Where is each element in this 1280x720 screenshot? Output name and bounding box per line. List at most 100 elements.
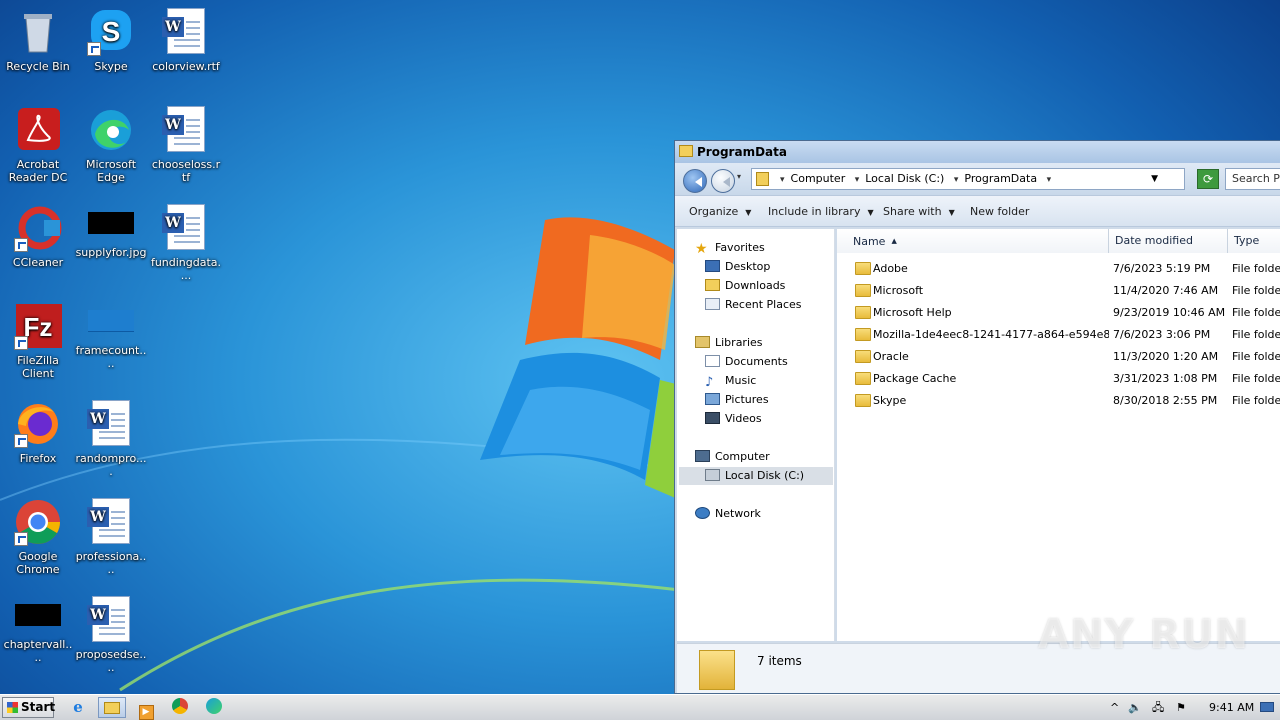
taskbar-media-player[interactable]: ▶ [132, 697, 160, 720]
share-with-button[interactable]: Share with ▼ [883, 205, 955, 218]
desktop-icon-supplyfor[interactable]: supplyfor.jpg [73, 198, 149, 259]
desktop-icon-randompro[interactable]: W randompro.... [73, 394, 149, 478]
desktop-icon-skype[interactable]: S Skype [73, 2, 149, 73]
file-row[interactable]: Adobe7/6/2023 5:19 PMFile folder [837, 258, 1280, 280]
new-folder-button[interactable]: New folder [970, 205, 1029, 218]
column-header-name[interactable]: Name ▲ [837, 229, 1109, 253]
refresh-button[interactable]: ⟳ [1197, 169, 1219, 189]
desktop-icon-recycle-bin[interactable]: Recycle Bin [0, 2, 76, 73]
window-title-bar[interactable]: ProgramData [675, 141, 1280, 163]
watermark: ANY RUN [1038, 612, 1250, 658]
image-file-icon [15, 604, 61, 626]
desktop-icon-professiona[interactable]: W professiona.... [73, 492, 149, 576]
libraries-icon [695, 336, 710, 348]
videos-icon [705, 412, 720, 424]
folder-icon [104, 702, 120, 714]
nav-desktop[interactable]: Desktop [705, 258, 770, 276]
nav-documents[interactable]: Documents [705, 353, 788, 371]
nav-music[interactable]: ♪ Music [705, 372, 756, 390]
nav-videos[interactable]: Videos [705, 410, 762, 428]
include-in-library-button[interactable]: Include in library ▼ [768, 205, 874, 218]
downloads-icon [705, 279, 720, 291]
recent-pages-dropdown-icon[interactable]: ▾ [737, 172, 741, 181]
taskbar-explorer[interactable] [98, 697, 126, 718]
edge-icon [206, 698, 222, 714]
network-icon[interactable]: 🖧 [1152, 695, 1164, 720]
taskbar-internet-explorer[interactable]: e [64, 697, 92, 718]
word-document-icon: W [162, 106, 210, 154]
recycle-bin-icon [14, 8, 62, 56]
action-center-flag-icon[interactable]: ⚑ [1176, 695, 1186, 720]
nav-network[interactable]: Network [695, 505, 761, 523]
nav-pictures[interactable]: Pictures [705, 391, 769, 409]
show-hidden-icons[interactable]: ^ [1110, 695, 1119, 720]
filezilla-icon: Fz [14, 302, 62, 350]
address-history-dropdown-icon[interactable]: ▼ [1151, 169, 1158, 189]
file-row[interactable]: Mozilla-1de4eec8-1241-4177-a864-e594e8d.… [837, 324, 1280, 346]
acrobat-icon [14, 106, 62, 154]
breadcrumb-local-disk[interactable]: Local Disk (C:) [855, 172, 945, 185]
taskbar-chrome[interactable] [166, 697, 194, 718]
image-file-icon [88, 310, 134, 332]
monitor-icon [1260, 702, 1274, 712]
star-icon: ★ [695, 241, 708, 257]
nav-computer[interactable]: Computer [695, 448, 770, 466]
skype-icon: S [87, 8, 135, 56]
desktop-icon-colorview[interactable]: W colorview.rtf [148, 2, 224, 73]
ccleaner-icon [14, 204, 62, 252]
desktop-icon-fundingdata[interactable]: W fundingdata.... [148, 198, 224, 282]
folder-icon [855, 394, 871, 407]
desktop-icon-framecount[interactable]: framecount.... [73, 296, 149, 370]
file-row[interactable]: Oracle11/3/2020 1:20 AMFile folder [837, 346, 1280, 368]
window-title: ProgramData [697, 145, 787, 159]
back-button[interactable] [683, 169, 707, 193]
start-button[interactable]: Start [2, 697, 55, 718]
address-box[interactable]: Computer Local Disk (C:) ProgramData ▼ [751, 168, 1185, 190]
file-row[interactable]: Microsoft11/4/2020 7:46 AMFile folder [837, 280, 1280, 302]
desktop-icon-chrome[interactable]: Google Chrome [0, 492, 76, 576]
breadcrumb-programdata[interactable]: ProgramData [954, 172, 1037, 185]
taskbar-edge[interactable] [200, 697, 228, 718]
nav-favorites[interactable]: ★ Favorites [695, 239, 765, 257]
desktop-icon-firefox[interactable]: Firefox [0, 394, 76, 465]
forward-button[interactable] [711, 169, 735, 193]
image-file-icon [88, 212, 134, 234]
navigation-pane: ★ Favorites Desktop Downloads Recent Plac… [677, 229, 835, 641]
windows-logo [480, 217, 680, 500]
folder-icon [855, 306, 871, 319]
clock[interactable]: 9:41 AM [1209, 695, 1254, 720]
file-row[interactable]: Package Cache 3/31/2023 1:08 PM File folde… [837, 368, 1280, 390]
breadcrumb-computer[interactable]: Computer [780, 172, 845, 185]
documents-icon [705, 355, 720, 367]
search-input[interactable]: Search Pro [1225, 168, 1280, 190]
nav-libraries[interactable]: Libraries [695, 334, 763, 352]
organize-button[interactable]: Organize ▼ [689, 205, 751, 218]
internet-explorer-icon: e [73, 698, 83, 716]
desktop-icon-acrobat[interactable]: Acrobat Reader DC [0, 100, 76, 184]
firefox-icon [14, 400, 62, 448]
desktop-icon [705, 260, 720, 272]
folder-icon [855, 350, 871, 363]
column-header-type[interactable]: Type [1228, 229, 1280, 253]
desktop-icon-proposedse[interactable]: W proposedse.... [73, 590, 149, 674]
nav-recent-places[interactable]: Recent Places [705, 296, 802, 314]
desktop-icon-filezilla[interactable]: Fz FileZilla Client [0, 296, 76, 380]
desktop-icon-chaptervall[interactable]: chaptervall.... [0, 590, 76, 664]
nav-downloads[interactable]: Downloads [705, 277, 785, 295]
show-desktop-button[interactable] [1260, 695, 1276, 720]
desktop-icon-ccleaner[interactable]: CCleaner [0, 198, 76, 269]
desktop-icon-chooseloss[interactable]: W chooseloss.rtf [148, 100, 224, 184]
volume-icon[interactable]: 🔈 [1128, 695, 1142, 720]
recent-places-icon [705, 298, 720, 310]
desktop-icon-edge[interactable]: Microsoft Edge [73, 100, 149, 184]
nav-local-disk[interactable]: Local Disk (C:) [679, 467, 833, 485]
column-header-date[interactable]: Date modified [1109, 229, 1228, 253]
breadcrumb-chevron[interactable] [1047, 172, 1058, 185]
folder-icon [855, 328, 871, 341]
item-count: 7 items [757, 654, 802, 668]
explorer-window[interactable]: ProgramData ▾ Computer Local Disk (C:) P… [674, 140, 1280, 694]
file-row[interactable]: Microsoft Help 9/23/2019 10:46 AM File fol… [837, 302, 1280, 324]
folder-icon [855, 284, 871, 297]
file-row[interactable]: Skype8/30/2018 2:55 PMFile folder [837, 390, 1280, 412]
chrome-icon [172, 698, 188, 714]
